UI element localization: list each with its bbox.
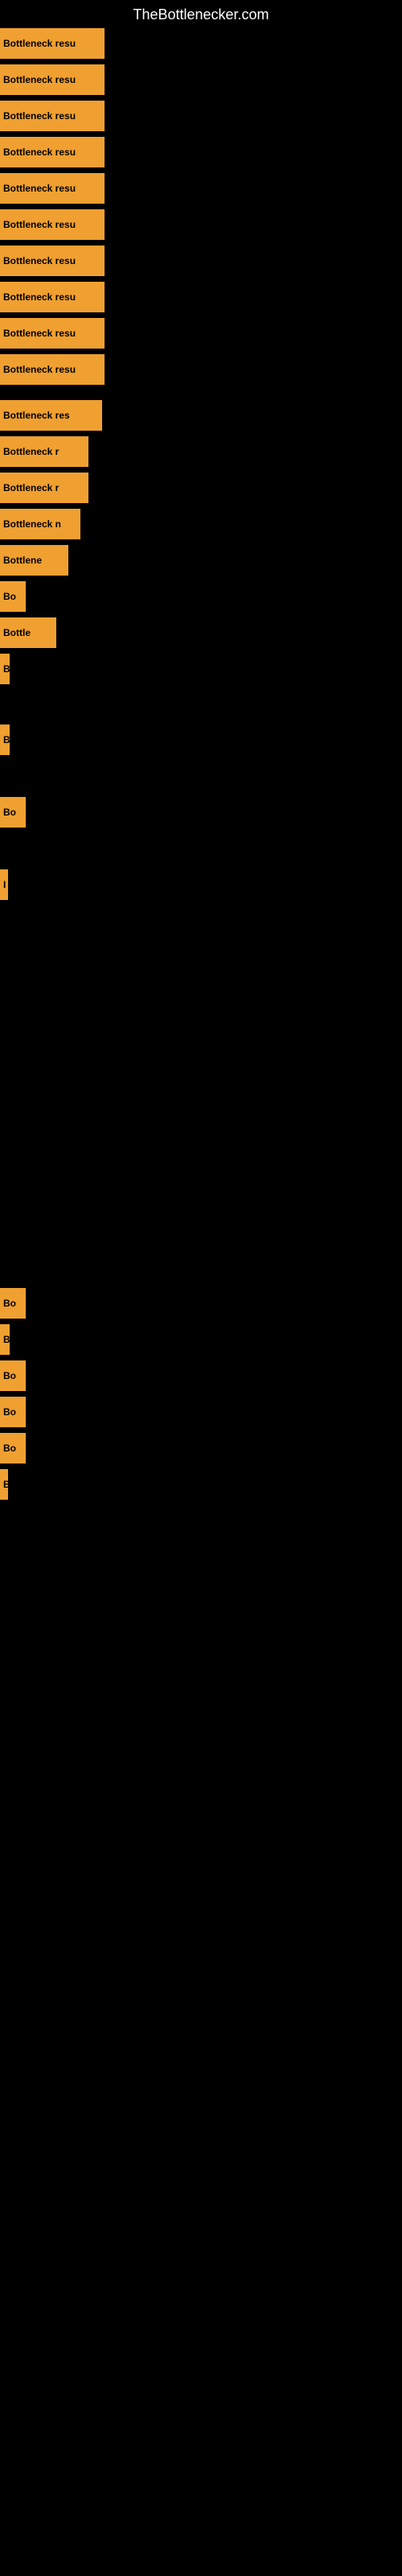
bottleneck-bar-13[interactable]: Bottleneck n (0, 509, 80, 539)
bottleneck-bar-20[interactable]: I (0, 869, 8, 900)
bottleneck-bar-15[interactable]: Bo (0, 581, 26, 612)
bottleneck-bar-1[interactable]: Bottleneck resu (0, 64, 105, 95)
bottleneck-bar-6[interactable]: Bottleneck resu (0, 246, 105, 276)
bottleneck-bar-17[interactable]: B (0, 654, 10, 684)
bottleneck-bar-7[interactable]: Bottleneck resu (0, 282, 105, 312)
bottleneck-bar-11[interactable]: Bottleneck r (0, 436, 88, 467)
bottleneck-bar-16[interactable]: Bottle (0, 617, 56, 648)
bottleneck-bar-5[interactable]: Bottleneck resu (0, 209, 105, 240)
bottleneck-bar-22[interactable]: B (0, 1324, 10, 1355)
bottleneck-bar-3[interactable]: Bottleneck resu (0, 137, 105, 167)
bottleneck-bar-26[interactable]: B (0, 1469, 8, 1500)
bottleneck-bar-8[interactable]: Bottleneck resu (0, 318, 105, 349)
bottleneck-bar-14[interactable]: Bottlene (0, 545, 68, 576)
bottleneck-bar-21[interactable]: Bo (0, 1288, 26, 1319)
bottleneck-bar-18[interactable]: B (0, 724, 10, 755)
bottleneck-bar-25[interactable]: Bo (0, 1433, 26, 1463)
bottleneck-bar-23[interactable]: Bo (0, 1360, 26, 1391)
bottleneck-bar-0[interactable]: Bottleneck resu (0, 28, 105, 59)
bottleneck-bar-12[interactable]: Bottleneck r (0, 473, 88, 503)
bottleneck-bar-2[interactable]: Bottleneck resu (0, 101, 105, 131)
bottleneck-bar-24[interactable]: Bo (0, 1397, 26, 1427)
bottleneck-bar-19[interactable]: Bo (0, 797, 26, 828)
site-title: TheBottlenecker.com (0, 0, 402, 30)
bottleneck-bar-10[interactable]: Bottleneck res (0, 400, 102, 431)
bottleneck-bar-9[interactable]: Bottleneck resu (0, 354, 105, 385)
bottleneck-bar-4[interactable]: Bottleneck resu (0, 173, 105, 204)
